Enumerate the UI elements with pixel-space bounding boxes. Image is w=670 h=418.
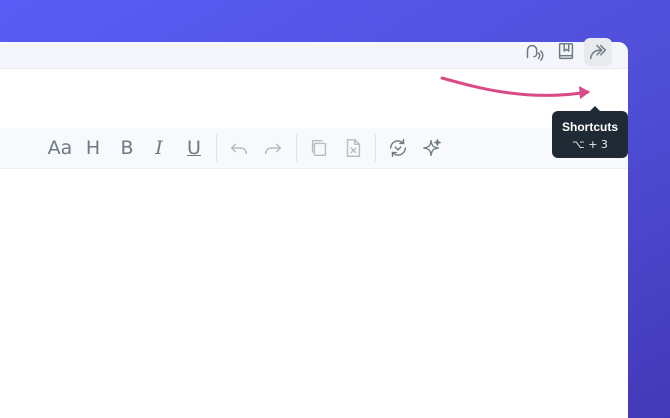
ai-assist-button[interactable] (420, 136, 444, 160)
refresh-button[interactable] (386, 136, 410, 160)
tooltip-title: Shortcuts (561, 120, 618, 134)
tooltip-shortcut-keys: ⌥ + 3 (572, 138, 608, 151)
voice-icon (526, 44, 544, 61)
clear-document-button[interactable] (341, 136, 365, 160)
toolbar-divider (216, 134, 217, 162)
forward-arrow-icon (589, 44, 607, 60)
underline-label: U (187, 136, 201, 159)
redo-icon (264, 143, 282, 155)
heading-label: H (85, 136, 101, 159)
font-label: Aa (47, 136, 73, 159)
copy-button[interactable] (307, 136, 331, 160)
redo-button[interactable] (261, 136, 285, 160)
undo-icon (230, 143, 248, 155)
book-button[interactable] (552, 38, 580, 66)
bold-button[interactable]: B (115, 136, 139, 160)
clear-document-icon (346, 139, 361, 157)
undo-button[interactable] (227, 136, 251, 160)
annotation-arrow (440, 76, 590, 99)
font-button[interactable]: Aa (47, 136, 73, 160)
underline-button[interactable]: U (182, 136, 206, 160)
formatting-toolbar: Aa H B I U (0, 128, 628, 169)
voice-button[interactable] (519, 38, 547, 66)
heading-button[interactable]: H (81, 136, 105, 160)
shortcuts-button[interactable] (584, 38, 612, 66)
refresh-icon (389, 139, 407, 157)
italic-label: I (155, 136, 163, 159)
italic-button[interactable]: I (147, 136, 171, 160)
sparkle-icon (423, 139, 441, 157)
toolbar-divider (296, 134, 297, 162)
shortcuts-tooltip: Shortcuts ⌥ + 3 (552, 106, 628, 158)
book-icon (558, 43, 574, 60)
toolbar-divider (375, 134, 376, 162)
bold-label: B (120, 136, 134, 159)
copy-icon (311, 139, 327, 157)
